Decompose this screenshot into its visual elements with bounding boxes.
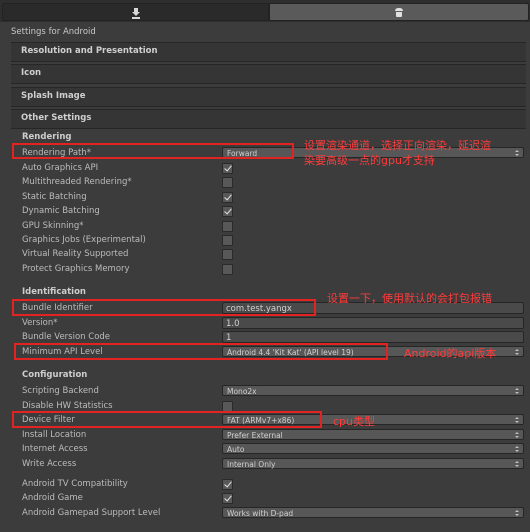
disable-hw-statistics-label: Disable HW Statistics: [22, 401, 113, 411]
dropdown-arrow-icon: [515, 510, 520, 517]
auto-graphics-api-label: Auto Graphics API: [22, 163, 99, 173]
install-location-value: Prefer External: [227, 431, 283, 440]
scripting-backend-label: Scripting Backend: [22, 386, 99, 396]
write-access-dropdown[interactable]: Internal Only: [222, 458, 524, 469]
tab-standalone[interactable]: [2, 3, 269, 21]
annotation-box-rendering-path: [12, 143, 294, 159]
version-label: Version*: [22, 318, 58, 328]
section-resolution[interactable]: Resolution and Presentation: [11, 42, 526, 62]
section-other-settings[interactable]: Other Settings: [11, 109, 526, 129]
dropdown-arrow-icon: [515, 150, 520, 157]
install-location-label: Install Location: [22, 430, 87, 440]
gpu-skinning-checkbox[interactable]: [222, 221, 233, 232]
bundle-version-code-label: Bundle Version Code: [22, 332, 111, 342]
internet-access-label: Internet Access: [22, 444, 88, 454]
internet-access-dropdown[interactable]: Auto: [222, 443, 524, 454]
android-gamepad-support-dropdown[interactable]: Works with D-pad: [222, 507, 524, 518]
annotation-rendering-note-line2: 染要高级一点的gpu才支持: [304, 154, 435, 167]
protect-graphics-memory-label: Protect Graphics Memory: [22, 264, 130, 274]
annotation-box-device-filter: [12, 411, 322, 428]
graphics-jobs-checkbox[interactable]: [222, 235, 233, 246]
dropdown-arrow-icon: [515, 432, 520, 439]
write-access-label: Write Access: [22, 459, 77, 469]
internet-access-value: Auto: [227, 445, 245, 454]
bundle-version-code-input[interactable]: 1: [222, 331, 524, 343]
download-icon: [131, 7, 140, 19]
android-tv-compatibility-label: Android TV Compatibility: [22, 479, 128, 489]
virtual-reality-label: Virtual Reality Supported: [22, 249, 129, 259]
android-game-checkbox[interactable]: [222, 493, 233, 504]
android-gamepad-support-label: Android Gamepad Support Level: [22, 508, 161, 518]
dynamic-batching-checkbox[interactable]: [222, 206, 233, 217]
multithreaded-rendering-label: Multithreaded Rendering*: [22, 177, 132, 187]
android-gamepad-support-value: Works with D-pad: [227, 509, 294, 518]
settings-title: Settings for Android: [11, 27, 96, 37]
dropdown-arrow-icon: [515, 417, 520, 424]
section-icon-label: Icon: [21, 68, 42, 78]
static-batching-checkbox[interactable]: [222, 192, 233, 203]
virtual-reality-checkbox[interactable]: [222, 249, 233, 260]
dropdown-arrow-icon: [515, 446, 520, 453]
gpu-skinning-label: GPU Skinning*: [22, 221, 84, 231]
version-value: 1.0: [226, 319, 240, 329]
scripting-backend-dropdown[interactable]: Mono2x: [222, 385, 524, 396]
annotation-rendering-note-line1: 设置渲染通道，选择正向渲染，延迟渲: [304, 139, 491, 152]
dropdown-arrow-icon: [515, 461, 520, 468]
section-splash-label: Splash Image: [21, 91, 86, 101]
identification-heading: Identification: [22, 287, 86, 297]
configuration-heading: Configuration: [22, 370, 88, 380]
android-tv-compatibility-checkbox[interactable]: [222, 479, 233, 490]
annotation-cpu-note: cpu类型: [333, 415, 376, 428]
static-batching-label: Static Batching: [22, 192, 87, 202]
annotation-api-note: Android的api版本: [404, 347, 497, 360]
annotation-box-bundle-identifier: [12, 299, 316, 316]
scripting-backend-value: Mono2x: [227, 387, 257, 396]
dynamic-batching-label: Dynamic Batching: [22, 206, 100, 216]
section-resolution-label: Resolution and Presentation: [21, 46, 158, 56]
write-access-value: Internal Only: [227, 460, 276, 469]
tab-android[interactable]: [269, 3, 529, 21]
auto-graphics-api-checkbox[interactable]: [222, 163, 233, 174]
graphics-jobs-label: Graphics Jobs (Experimental): [22, 235, 146, 245]
section-splash[interactable]: Splash Image: [11, 87, 526, 107]
multithreaded-rendering-checkbox[interactable]: [222, 177, 233, 188]
android-icon: [395, 7, 403, 17]
version-input[interactable]: 1.0: [222, 317, 524, 329]
annotation-box-minimum-api: [14, 343, 388, 360]
android-game-label: Android Game: [22, 493, 83, 503]
platform-tab-bar: [0, 0, 530, 22]
section-other-settings-label: Other Settings: [21, 113, 92, 123]
rendering-heading: Rendering: [22, 132, 72, 142]
section-icon[interactable]: Icon: [11, 64, 526, 84]
dropdown-arrow-icon: [515, 388, 520, 395]
dropdown-arrow-icon: [515, 349, 520, 356]
annotation-bundle-note: 设置一下，使用默认的会打包报错: [327, 292, 492, 305]
install-location-dropdown[interactable]: Prefer External: [222, 429, 524, 440]
protect-graphics-memory-checkbox[interactable]: [222, 264, 233, 275]
